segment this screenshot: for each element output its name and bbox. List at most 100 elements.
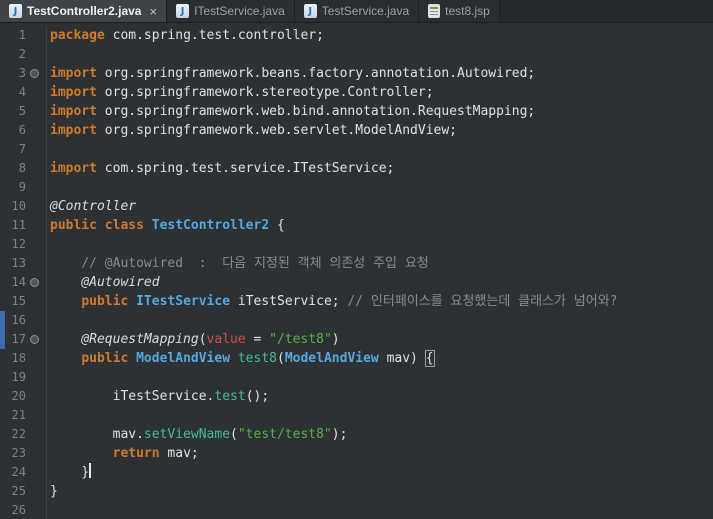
line-number: 19 xyxy=(11,370,26,384)
code-text[interactable]: import org.springframework.beans.factory… xyxy=(47,64,535,83)
marker-slot xyxy=(30,183,39,192)
code-text[interactable] xyxy=(47,501,50,519)
line-number: 13 xyxy=(11,256,26,270)
code-text[interactable] xyxy=(47,406,50,425)
code-line: 25} xyxy=(0,482,713,501)
line-number: 5 xyxy=(18,104,26,118)
tab-testservice[interactable]: J TestService.java xyxy=(294,0,420,22)
code-token: "test/test8" xyxy=(237,427,332,442)
marker-slot xyxy=(30,126,39,135)
line-number: 9 xyxy=(18,180,26,194)
code-text[interactable]: import com.spring.test.service.ITestServ… xyxy=(47,159,394,178)
code-text[interactable]: package com.spring.test.controller; xyxy=(47,26,324,45)
code-line: 15 public ITestService iTestService; // … xyxy=(0,292,713,311)
code-text[interactable]: mav.setViewName("test/test8"); xyxy=(47,425,348,444)
gutter: 18 xyxy=(0,349,47,368)
code-text[interactable]: public ITestService iTestService; // 인터페… xyxy=(47,292,617,311)
marker-slot xyxy=(30,449,39,458)
tab-test8jsp[interactable]: test8.jsp xyxy=(419,0,500,22)
line-number: 14 xyxy=(11,275,26,289)
ide-window: J TestController2.java × J ITestService.java… xyxy=(0,0,713,519)
code-token: @RequestMapping xyxy=(81,332,199,347)
line-number: 15 xyxy=(11,294,26,308)
code-token: iTestService; xyxy=(230,294,348,309)
gutter: 22 xyxy=(0,425,47,444)
code-token: import xyxy=(50,161,97,176)
gutter: 3 xyxy=(0,64,47,83)
code-text[interactable]: public class TestController2 { xyxy=(47,216,285,235)
code-line: 24 } xyxy=(0,463,713,482)
line-number: 20 xyxy=(11,389,26,403)
code-text[interactable]: iTestService.test(); xyxy=(47,387,270,406)
code-text[interactable]: // @Autowired : 다음 지정된 객체 의존성 주입 요청 xyxy=(47,254,428,273)
marker-slot xyxy=(30,31,39,40)
code-text[interactable]: import org.springframework.web.bind.anno… xyxy=(47,102,535,121)
line-number: 26 xyxy=(11,503,26,517)
code-token: org.springframework.stereotype.Controlle… xyxy=(96,85,434,100)
code-text[interactable]: @Autowired xyxy=(47,273,159,292)
code-token: ModelAndView xyxy=(284,351,379,366)
code-token: mav) xyxy=(378,351,426,366)
gutter-marker-icon[interactable] xyxy=(30,278,39,287)
code-text[interactable] xyxy=(47,368,50,387)
gutter: 13 xyxy=(0,254,47,273)
code-token: com.spring.test.controller; xyxy=(104,28,324,43)
line-number: 6 xyxy=(18,123,26,137)
java-file-icon: J xyxy=(9,4,22,18)
code-line: 1 package com.spring.test.controller; xyxy=(0,26,713,45)
gutter-marker-icon[interactable] xyxy=(30,69,39,78)
code-text[interactable] xyxy=(47,140,50,159)
code-text[interactable] xyxy=(47,45,50,64)
line-number: 21 xyxy=(11,408,26,422)
marker-slot xyxy=(30,50,39,59)
marker-slot xyxy=(30,202,39,211)
code-text[interactable]: import org.springframework.stereotype.Co… xyxy=(47,83,434,102)
line-number: 1 xyxy=(18,28,26,42)
code-token: ); xyxy=(331,427,348,442)
code-token: ) xyxy=(331,332,340,347)
code-line: 10 @Controller xyxy=(0,197,713,216)
code-editor[interactable]: 1 package com.spring.test.controller; 2 3 im… xyxy=(0,23,713,519)
code-text[interactable] xyxy=(47,178,50,197)
code-line: 22 mav.setViewName("test/test8"); xyxy=(0,425,713,444)
code-text[interactable]: import org.springframework.web.servlet.M… xyxy=(47,121,457,140)
gutter: 9 xyxy=(0,178,47,197)
gutter: 14 xyxy=(0,273,47,292)
code-line: 23 return mav; xyxy=(0,444,713,463)
code-text[interactable]: } xyxy=(47,482,58,501)
gutter: 1 xyxy=(0,26,47,45)
tab-itestservice[interactable]: J ITestService.java xyxy=(167,0,295,22)
line-number: 2 xyxy=(18,47,26,61)
marker-slot xyxy=(30,221,39,230)
code-text[interactable]: @Controller xyxy=(47,197,136,216)
gutter: 16 xyxy=(0,311,47,330)
marker-slot xyxy=(30,88,39,97)
code-token: import xyxy=(50,104,97,119)
code-token: ( xyxy=(198,332,207,347)
code-text[interactable]: public ModelAndView test8(ModelAndView m… xyxy=(47,349,435,368)
tab-testcontroller2[interactable]: J TestController2.java × xyxy=(0,0,168,22)
marker-slot xyxy=(30,297,39,306)
code-token: TestController2 xyxy=(151,218,270,233)
code-text[interactable] xyxy=(47,311,50,330)
gutter-marker-icon[interactable] xyxy=(30,335,39,344)
code-token: com.spring.test.service.ITestService; xyxy=(96,161,395,176)
code-token: public xyxy=(81,351,137,366)
close-icon[interactable]: × xyxy=(149,4,157,19)
code-token: setViewName xyxy=(143,427,231,442)
line-number: 8 xyxy=(18,161,26,175)
code-token: package xyxy=(50,28,105,43)
code-text[interactable]: } xyxy=(47,463,92,482)
code-line: 17 @RequestMapping(value = "/test8") xyxy=(0,330,713,349)
gutter: 12 xyxy=(0,235,47,254)
text-cursor xyxy=(89,463,92,478)
code-text[interactable]: return mav; xyxy=(47,444,199,463)
code-token: org.springframework.beans.factory.annota… xyxy=(96,66,536,81)
line-number: 24 xyxy=(11,465,26,479)
code-text[interactable]: @RequestMapping(value = "/test8") xyxy=(47,330,340,349)
code-text[interactable] xyxy=(47,235,50,254)
code-line: 12 xyxy=(0,235,713,254)
